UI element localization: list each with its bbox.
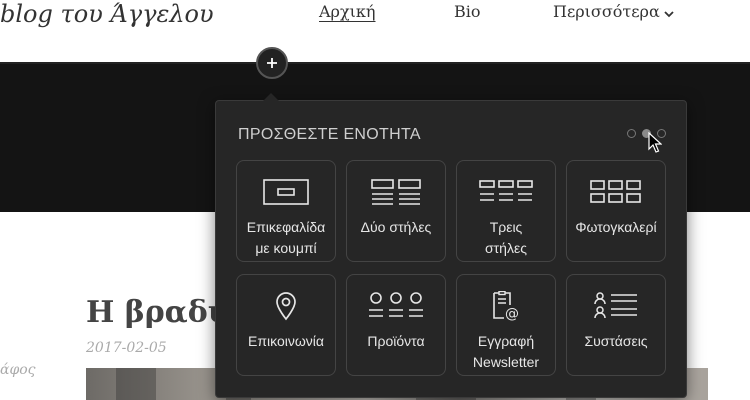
nav-more-label: Περισσότερα [553, 2, 660, 21]
article-date: 2017-02-05 [86, 340, 167, 356]
popover-arrow [263, 93, 279, 101]
page-dot-1[interactable] [627, 129, 636, 138]
tile-label: Φωτογκαλερί [575, 219, 657, 235]
tile-header-with-button[interactable]: Επικεφαλίδα με κουμπί [236, 160, 336, 262]
tile-label: Εγγραφή Newsletter [472, 333, 540, 370]
svg-text:@: @ [505, 306, 519, 321]
tile-testimonials[interactable]: Συστάσεις [566, 274, 666, 376]
products-icon [369, 292, 423, 317]
tile-label: Επικεφαλίδα με κουμπί [246, 219, 326, 256]
tile-contact[interactable]: Επικοινωνία [236, 274, 336, 376]
add-section-popover: ΠΡΟΣΘΕΣΤΕ ΕΝΟΤΗΤΑ Επικεφαλίδα με κουμπί Δ… [215, 100, 687, 398]
tile-label: Τρεις στήλες [485, 219, 527, 256]
tile-label: Προϊόντα [367, 333, 425, 349]
site-title[interactable]: blog του Άγγελου [0, 0, 214, 28]
tile-label: Συστάσεις [584, 333, 648, 349]
location-pin-icon [276, 292, 296, 321]
chevron-down-icon [664, 3, 674, 22]
sidebar-text: άφος [0, 362, 36, 378]
photo-gallery-icon [590, 180, 641, 203]
plus-icon [267, 58, 277, 68]
testimonials-icon [594, 292, 637, 319]
three-columns-icon [479, 180, 533, 201]
tile-two-columns[interactable]: Δύο στήλες [346, 160, 446, 262]
nav-bio-link[interactable]: Bio [454, 2, 481, 21]
newsletter-icon: @ [493, 291, 519, 321]
tile-three-columns[interactable]: Τρεις στήλες [456, 160, 556, 262]
tile-products[interactable]: Προϊόντα [346, 274, 446, 376]
tile-photo-gallery[interactable]: Φωτογκαλερί [566, 160, 666, 262]
site-header: blog του Άγγελου Αρχική Bio Περισσότερα [0, 0, 750, 62]
add-section-button[interactable] [256, 47, 288, 79]
nav-home-link[interactable]: Αρχική [319, 2, 376, 21]
mouse-pointer-icon [648, 131, 663, 158]
header-with-button-icon [263, 179, 309, 205]
nav-more-dropdown[interactable]: Περισσότερα [553, 2, 674, 22]
popover-title: ΠΡΟΣΘΕΣΤΕ ΕΝΟΤΗΤΑ [238, 126, 421, 143]
tile-newsletter[interactable]: @ Εγγραφή Newsletter [456, 274, 556, 376]
two-columns-icon [371, 179, 421, 205]
tile-label: Δύο στήλες [360, 219, 432, 235]
tile-label: Επικοινωνία [248, 333, 324, 349]
